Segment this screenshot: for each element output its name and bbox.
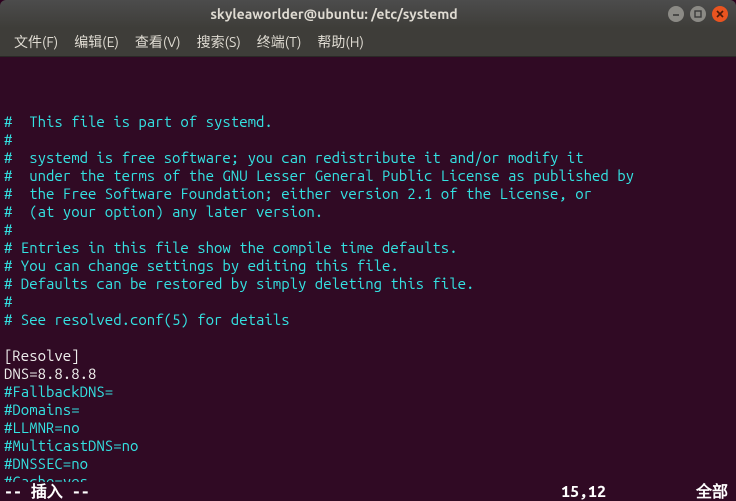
file-line: # under the terms of the GNU Lesser Gene… <box>4 167 634 184</box>
file-line: #FallbackDNS= <box>4 383 113 400</box>
terminal-viewport[interactable]: # This file is part of systemd. # # syst… <box>0 57 736 501</box>
menu-help[interactable]: 帮助(H) <box>311 30 370 54</box>
maximize-button[interactable] <box>690 6 706 22</box>
file-line: # the Free Software Foundation; either v… <box>4 185 592 202</box>
window-titlebar: skyleaworlder@ubuntu: /etc/systemd <box>0 0 736 28</box>
file-line: # <box>4 131 12 148</box>
file-line: # You can change settings by editing thi… <box>4 257 399 274</box>
window-title: skyleaworlder@ubuntu: /etc/systemd <box>0 6 668 22</box>
menu-bar: 文件(F) 编辑(E) 查看(V) 搜索(S) 终端(T) 帮助(H) <box>0 28 736 57</box>
vim-mode: -- 插入 -- <box>4 483 90 501</box>
file-line: # <box>4 293 12 310</box>
file-line: #MulticastDNS=no <box>4 437 138 454</box>
file-line: #Domains= <box>4 401 80 418</box>
close-button[interactable] <box>712 6 728 22</box>
vim-cursor-position: 15,12 <box>561 483 606 501</box>
menu-search[interactable]: 搜索(S) <box>191 30 247 54</box>
file-line: #LLMNR=no <box>4 419 80 436</box>
window-controls <box>668 6 736 22</box>
file-line: DNS=8.8.8.8 <box>4 365 96 382</box>
file-line: [Resolve] <box>4 347 80 364</box>
vim-status-line: -- 插入 -- 15,12 全部 <box>0 482 736 501</box>
file-line: # See resolved.conf(5) for details <box>4 311 290 328</box>
menu-view[interactable]: 查看(V) <box>129 30 187 54</box>
file-line: #DNSSEC=no <box>4 455 88 472</box>
minimize-button[interactable] <box>668 6 684 22</box>
file-line: # <box>4 221 12 238</box>
menu-edit[interactable]: 编辑(E) <box>68 30 125 54</box>
file-line: # (at your option) any later version. <box>4 203 323 220</box>
file-line: # This file is part of systemd. <box>4 113 273 130</box>
menu-terminal[interactable]: 终端(T) <box>251 30 308 54</box>
editor-content[interactable]: # This file is part of systemd. # # syst… <box>0 93 736 501</box>
file-line: # systemd is free software; you can redi… <box>4 149 584 166</box>
file-line: # Defaults can be restored by simply del… <box>4 275 474 292</box>
vim-scroll-percent: 全部 <box>696 483 728 501</box>
file-line: # Entries in this file show the compile … <box>4 239 458 256</box>
menu-file[interactable]: 文件(F) <box>8 30 64 54</box>
